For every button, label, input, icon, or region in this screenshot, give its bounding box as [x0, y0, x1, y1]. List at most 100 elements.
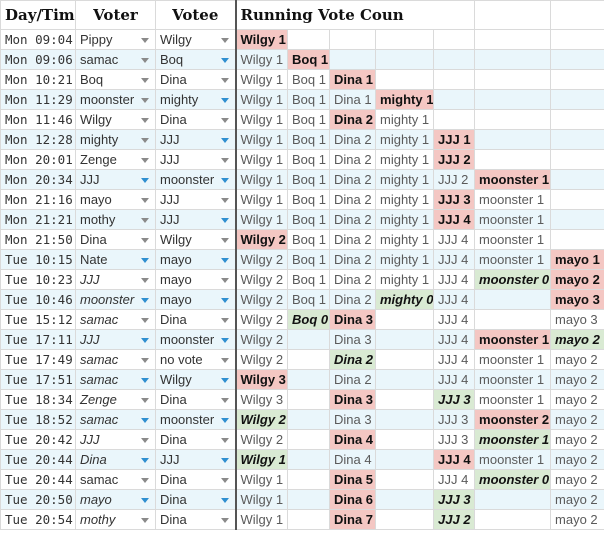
- voter-dropdown[interactable]: mighty: [75, 129, 156, 150]
- time-cell[interactable]: Tue 20:50: [0, 489, 76, 510]
- dropdown-arrow-icon[interactable]: [141, 518, 149, 523]
- vote-count-cell[interactable]: moonster 1: [474, 189, 552, 210]
- voter-dropdown[interactable]: samac: [75, 369, 156, 390]
- vote-count-cell[interactable]: mighty 1: [374, 229, 435, 250]
- voter-dropdown[interactable]: JJJ: [75, 329, 156, 350]
- vote-count-cell[interactable]: mighty 0: [374, 289, 435, 310]
- vote-count-cell[interactable]: [474, 89, 552, 110]
- vote-count-cell[interactable]: Wilgy 2: [235, 349, 288, 370]
- vote-count-cell[interactable]: Boq 1: [287, 49, 330, 70]
- vote-count-cell[interactable]: [287, 489, 330, 510]
- dropdown-arrow-icon[interactable]: [220, 98, 229, 103]
- dropdown-arrow-icon[interactable]: [220, 358, 229, 363]
- vote-count-cell[interactable]: Boq 1: [287, 249, 330, 270]
- vote-count-cell[interactable]: Wilgy 1: [235, 49, 288, 70]
- vote-count-cell[interactable]: Wilgy 1: [235, 189, 288, 210]
- dropdown-arrow-icon[interactable]: [141, 378, 149, 383]
- vote-count-cell[interactable]: Dina 3: [329, 309, 376, 330]
- vote-count-cell[interactable]: Dina 2: [329, 109, 376, 130]
- vote-count-cell[interactable]: [374, 329, 435, 350]
- time-cell[interactable]: Tue 18:52: [0, 409, 76, 430]
- voter-dropdown[interactable]: Zenge: [75, 149, 156, 170]
- voter-dropdown[interactable]: moonster: [75, 89, 156, 110]
- vote-count-cell[interactable]: Dina 2: [329, 269, 376, 290]
- voter-dropdown[interactable]: mothy: [75, 209, 156, 230]
- dropdown-arrow-icon[interactable]: [141, 358, 149, 363]
- vote-count-cell[interactable]: [374, 69, 435, 90]
- vote-count-cell[interactable]: JJJ 4: [433, 229, 476, 250]
- dropdown-arrow-icon[interactable]: [141, 298, 149, 303]
- dropdown-arrow-icon[interactable]: [220, 118, 229, 123]
- voter-dropdown[interactable]: Zenge: [75, 389, 156, 410]
- dropdown-arrow-icon[interactable]: [220, 278, 229, 283]
- vote-count-cell[interactable]: Boq 1: [287, 229, 330, 250]
- time-cell[interactable]: Tue 10:46: [0, 289, 76, 310]
- vote-count-cell[interactable]: Wilgy 1: [235, 209, 288, 230]
- voter-dropdown[interactable]: Pippy: [75, 29, 156, 50]
- dropdown-arrow-icon[interactable]: [220, 338, 229, 343]
- vote-count-cell[interactable]: Boq 0: [287, 309, 330, 330]
- votee-dropdown[interactable]: Wilgy: [155, 29, 237, 50]
- vote-count-cell[interactable]: Wilgy 2: [235, 329, 288, 350]
- vote-count-cell[interactable]: Boq 1: [287, 269, 330, 290]
- time-cell[interactable]: Tue 17:49: [0, 349, 76, 370]
- vote-count-cell[interactable]: Wilgy 1: [235, 29, 288, 50]
- vote-count-cell[interactable]: Boq 1: [287, 169, 330, 190]
- voter-dropdown[interactable]: Wilgy: [75, 109, 156, 130]
- voter-dropdown[interactable]: samac: [75, 349, 156, 370]
- voter-dropdown[interactable]: JJJ: [75, 429, 156, 450]
- header-day-time[interactable]: Day/Time: [0, 0, 76, 30]
- vote-count-cell[interactable]: Wilgy 2: [235, 249, 288, 270]
- dropdown-arrow-icon[interactable]: [141, 258, 149, 263]
- vote-count-cell[interactable]: [550, 169, 604, 190]
- vote-count-cell[interactable]: moonster 1: [474, 229, 552, 250]
- vote-count-cell[interactable]: moonster 1: [474, 249, 552, 270]
- vote-count-cell[interactable]: [374, 409, 435, 430]
- vote-count-cell[interactable]: [474, 149, 552, 170]
- vote-count-cell[interactable]: [374, 49, 435, 70]
- votee-dropdown[interactable]: mighty: [155, 89, 237, 110]
- vote-count-cell[interactable]: Wilgy 1: [235, 149, 288, 170]
- vote-count-cell[interactable]: Dina 4: [329, 429, 376, 450]
- vote-count-cell[interactable]: JJJ 2: [433, 149, 476, 170]
- dropdown-arrow-icon[interactable]: [220, 438, 229, 443]
- votee-dropdown[interactable]: Dina: [155, 309, 237, 330]
- dropdown-arrow-icon[interactable]: [141, 278, 149, 283]
- vote-count-cell[interactable]: moonster 0: [474, 269, 552, 290]
- time-cell[interactable]: Mon 21:50: [0, 229, 76, 250]
- dropdown-arrow-icon[interactable]: [220, 218, 229, 223]
- dropdown-arrow-icon[interactable]: [141, 98, 149, 103]
- votee-dropdown[interactable]: mayo: [155, 289, 237, 310]
- vote-count-cell[interactable]: Dina 3: [329, 329, 376, 350]
- dropdown-arrow-icon[interactable]: [141, 498, 149, 503]
- header-voter[interactable]: Voter: [75, 0, 156, 30]
- dropdown-arrow-icon[interactable]: [220, 298, 229, 303]
- voter-dropdown[interactable]: samac: [75, 49, 156, 70]
- vote-count-cell[interactable]: [374, 389, 435, 410]
- dropdown-arrow-icon[interactable]: [141, 158, 149, 163]
- dropdown-arrow-icon[interactable]: [220, 258, 229, 263]
- vote-count-cell[interactable]: [550, 49, 604, 70]
- vote-count-cell[interactable]: [374, 369, 435, 390]
- vote-count-cell[interactable]: [287, 409, 330, 430]
- voter-dropdown[interactable]: JJJ: [75, 269, 156, 290]
- dropdown-arrow-icon[interactable]: [220, 158, 229, 163]
- vote-count-cell[interactable]: Dina 2: [329, 149, 376, 170]
- vote-count-cell[interactable]: [474, 309, 552, 330]
- votee-dropdown[interactable]: mayo: [155, 269, 237, 290]
- dropdown-arrow-icon[interactable]: [141, 238, 149, 243]
- vote-count-cell[interactable]: [329, 29, 376, 50]
- dropdown-arrow-icon[interactable]: [220, 378, 229, 383]
- dropdown-arrow-icon[interactable]: [141, 118, 149, 123]
- voter-dropdown[interactable]: JJJ: [75, 169, 156, 190]
- vote-count-cell[interactable]: [550, 149, 604, 170]
- dropdown-arrow-icon[interactable]: [141, 398, 149, 403]
- time-cell[interactable]: Tue 20:44: [0, 449, 76, 470]
- vote-count-cell[interactable]: JJJ 4: [433, 289, 476, 310]
- vote-count-cell[interactable]: JJJ 4: [433, 369, 476, 390]
- dropdown-arrow-icon[interactable]: [141, 198, 149, 203]
- votee-dropdown[interactable]: Dina: [155, 489, 237, 510]
- voter-dropdown[interactable]: mayo: [75, 189, 156, 210]
- dropdown-arrow-icon[interactable]: [141, 78, 149, 83]
- vote-count-cell[interactable]: JJJ 4: [433, 469, 476, 490]
